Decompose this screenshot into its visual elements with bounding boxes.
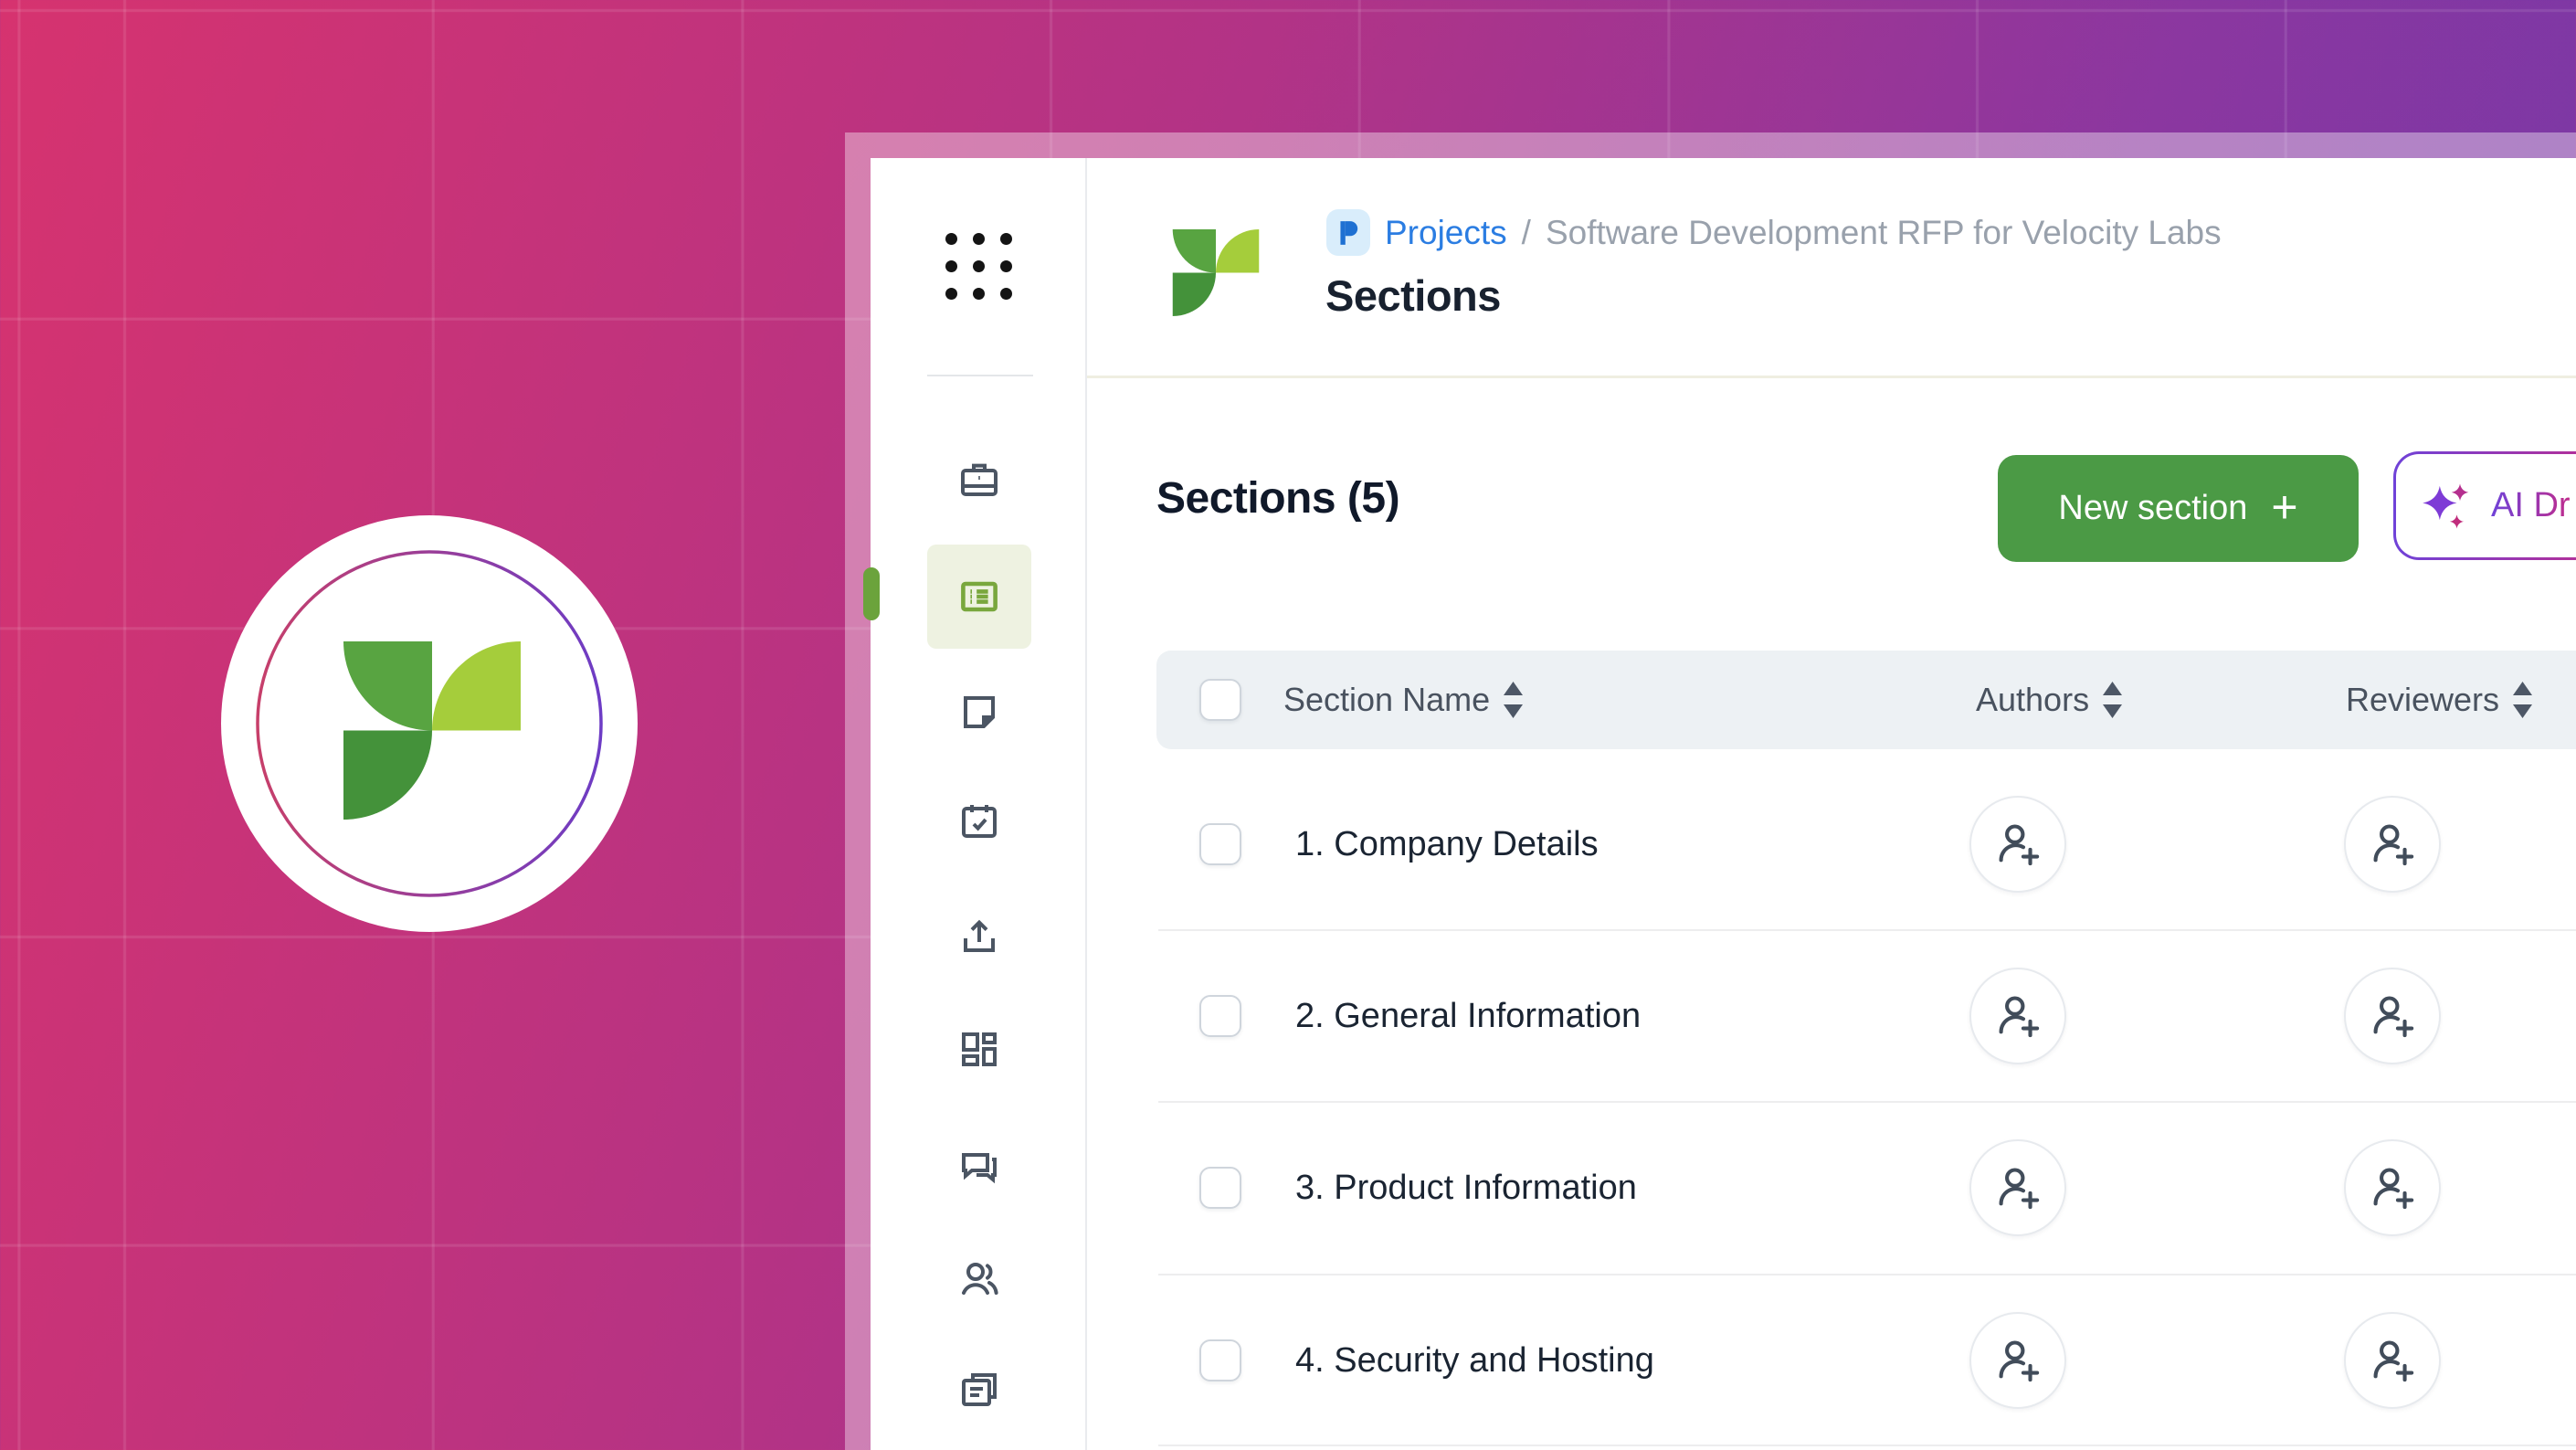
add-author-button[interactable] (1969, 968, 2066, 1064)
users-icon (957, 1256, 1001, 1300)
section-row-name[interactable]: 2. General Information (1295, 994, 1641, 1038)
ai-draft-button[interactable]: AI Dr (2393, 451, 2576, 560)
section-row-name[interactable]: 4. Security and Hosting (1295, 1339, 1654, 1382)
column-header-reviewers[interactable]: Reviewers (2346, 651, 2533, 749)
section-row-name[interactable]: 3. Product Information (1295, 1166, 1637, 1210)
row-divider (1158, 929, 2576, 931)
column-label: Section Name (1283, 681, 1490, 719)
ai-draft-label: AI Dr (2491, 486, 2571, 525)
calendar-check-icon (957, 799, 1001, 843)
page-title: Sections (1325, 270, 1501, 321)
project-flag-icon[interactable] (1326, 209, 1370, 256)
breadcrumb-separator: / (1522, 214, 1531, 252)
sidebar-item-discussions[interactable] (927, 1113, 1031, 1217)
app-logo-icon (1171, 229, 1261, 316)
add-reviewer-button[interactable] (2344, 796, 2441, 893)
new-section-label: New section (2058, 489, 2247, 528)
sort-icon (2102, 682, 2123, 718)
note-icon (957, 690, 1001, 734)
sidebar-item-team[interactable] (927, 1226, 1031, 1330)
chat-icon (957, 1143, 1001, 1187)
upload-icon (957, 915, 1001, 958)
person-add-icon (1994, 1164, 2042, 1212)
sidebar-item-dashboard[interactable] (927, 998, 1031, 1102)
pages-icon (957, 1369, 1001, 1413)
sections-count-heading: Sections (5) (1156, 473, 1399, 524)
project-glyph (1336, 219, 1360, 247)
person-add-icon (2369, 992, 2416, 1040)
ai-sparkles-icon (2422, 481, 2473, 532)
column-header-authors[interactable]: Authors (1976, 651, 2123, 749)
add-reviewer-button[interactable] (2344, 1139, 2441, 1236)
add-author-button[interactable] (1969, 1312, 2066, 1409)
row-checkbox[interactable] (1199, 1339, 1241, 1381)
header-divider (1087, 376, 2576, 378)
app-switcher-grid-icon[interactable] (945, 233, 1012, 300)
sidebar-item-projects[interactable] (927, 428, 1031, 532)
sidebar-item-schedule[interactable] (927, 769, 1031, 873)
breadcrumb-link-projects[interactable]: Projects (1385, 214, 1507, 252)
person-add-icon (1994, 1337, 2042, 1384)
person-add-icon (2369, 820, 2416, 868)
brand-logo-icon (343, 641, 521, 820)
row-checkbox[interactable] (1199, 995, 1241, 1037)
add-author-button[interactable] (1969, 1139, 2066, 1236)
add-reviewer-button[interactable] (2344, 968, 2441, 1064)
breadcrumb-current-project: Software Development RFP for Velocity La… (1546, 214, 2222, 252)
new-section-button[interactable]: New section + (1998, 455, 2359, 562)
select-all-checkbox[interactable] (1199, 679, 1241, 721)
sort-icon (1503, 682, 1524, 718)
row-divider (1158, 1274, 2576, 1275)
table-header: Section Name Authors Reviewers (1156, 651, 2576, 749)
person-add-icon (1994, 992, 2042, 1040)
sidebar-item-documents[interactable] (927, 1339, 1031, 1443)
active-item-notch (863, 567, 880, 620)
person-add-icon (2369, 1164, 2416, 1212)
sort-icon (2512, 682, 2533, 718)
sidebar-divider (1085, 158, 1087, 1450)
sidebar-separator (927, 375, 1033, 376)
sidebar-item-sections[interactable] (927, 545, 1031, 649)
row-divider (1158, 1445, 2576, 1446)
row-checkbox[interactable] (1199, 823, 1241, 865)
sidebar-item-export[interactable] (927, 884, 1031, 989)
sections-list-icon (957, 575, 1001, 619)
section-row-name[interactable]: 1. Company Details (1295, 822, 1599, 866)
column-label: Authors (1976, 681, 2089, 719)
column-header-section-name[interactable]: Section Name (1283, 651, 1524, 749)
breadcrumb: Projects / Software Development RFP for … (1326, 209, 2222, 256)
column-label: Reviewers (2346, 681, 2499, 719)
briefcase-icon (957, 458, 1001, 502)
add-author-button[interactable] (1969, 796, 2066, 893)
row-divider (1158, 1101, 2576, 1103)
plus-icon: + (2271, 484, 2297, 530)
row-checkbox[interactable] (1199, 1167, 1241, 1209)
person-add-icon (1994, 820, 2042, 868)
app-window (871, 158, 2576, 1450)
sidebar-item-notes[interactable] (927, 660, 1031, 764)
dashboard-icon (957, 1028, 1001, 1072)
person-add-icon (2369, 1337, 2416, 1384)
add-reviewer-button[interactable] (2344, 1312, 2441, 1409)
